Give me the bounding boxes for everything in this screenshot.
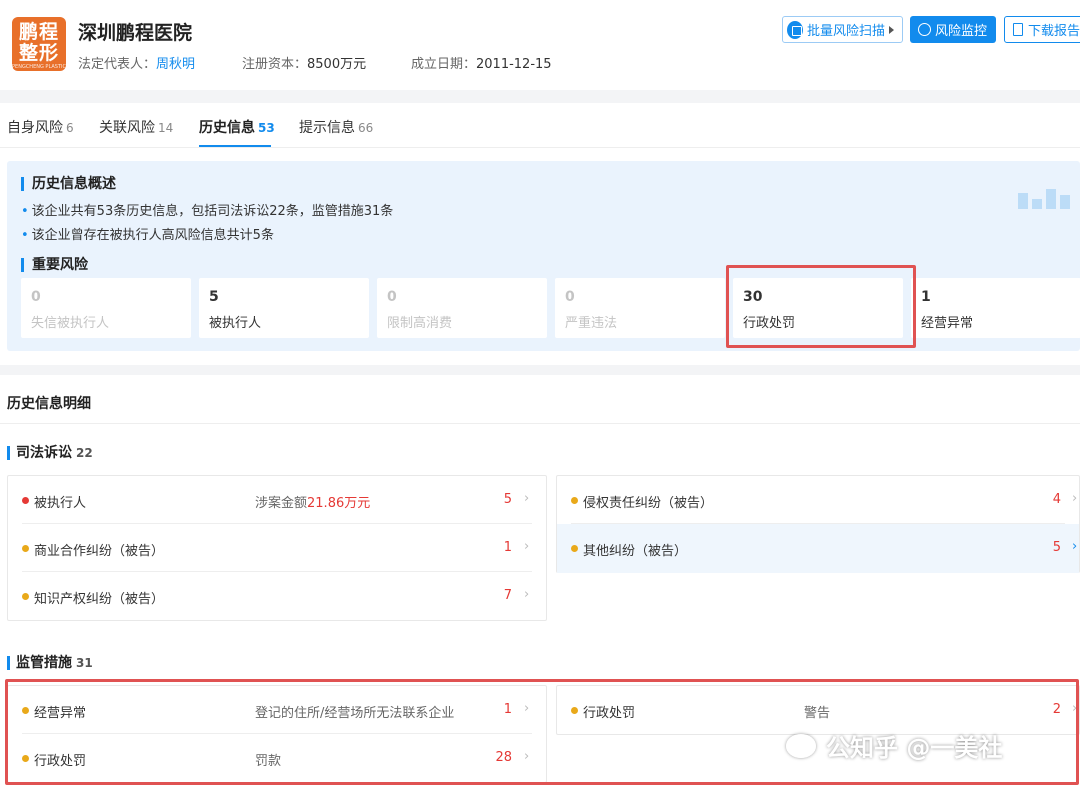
tab-history-info[interactable]: 历史信息 53 xyxy=(199,117,275,137)
detail-title: 历史信息明细 xyxy=(7,396,91,412)
registered-capital: 注册资本：8500万元 xyxy=(242,57,367,72)
status-dot xyxy=(571,545,578,552)
legal-representative: 法定代表人：周秋明 xyxy=(78,57,196,72)
scan-icon xyxy=(787,20,803,39)
tab-bar: 自身风险 6 关联风险 14 历史信息 53 提示信息 66 xyxy=(0,103,1080,148)
history-detail-panel: 历史信息明细 司法诉讼 22 被执行人 涉案金额21.86万元 5 › 商业合作纠… xyxy=(0,375,1080,789)
list-item[interactable]: 知识产权纠纷（被告） 7 › xyxy=(8,572,546,620)
list-item[interactable]: 经营异常 登记的住所/经营场所无法联系企业 1 › xyxy=(8,686,546,734)
chevron-right-icon: › xyxy=(524,749,530,764)
caret-right-icon xyxy=(889,25,894,34)
status-dot xyxy=(22,593,29,600)
divider xyxy=(0,423,1080,424)
important-risk-title: 重要风险 xyxy=(21,258,88,272)
regulatory-section-title: 监管措施 31 xyxy=(7,656,93,670)
status-dot xyxy=(22,497,29,504)
chevron-right-icon: › xyxy=(524,539,530,554)
watermark: 公知乎 @一美社 xyxy=(786,728,1002,763)
overview-title: 历史信息概述 xyxy=(21,177,116,191)
list-item[interactable]: 商业合作纠纷（被告） 1 › xyxy=(8,524,546,572)
wechat-icon xyxy=(786,733,816,758)
company-logo: 鹏程 整形 PENGCHENG PLASTIC xyxy=(12,17,66,71)
tab-self-risk[interactable]: 自身风险 6 xyxy=(7,117,74,137)
monitor-icon xyxy=(918,23,931,36)
chevron-right-icon: › xyxy=(524,701,530,716)
judicial-right-card: 侵权责任纠纷（被告） 4 › 其他纠纷（被告） 5 › xyxy=(556,475,1080,573)
founded-date: 成立日期：2011-12-15 xyxy=(411,57,552,72)
overview-bullet: 该企业共有53条历史信息，包括司法诉讼22条，监管措施31条 xyxy=(21,200,394,219)
stat-abnormal-operation[interactable]: 1 经营异常 xyxy=(911,278,1080,338)
judicial-section-title: 司法诉讼 22 xyxy=(7,446,93,460)
stat-administrative-penalty[interactable]: 30 行政处罚 xyxy=(733,278,903,338)
chevron-right-icon: › xyxy=(524,491,530,506)
tab-related-risk[interactable]: 关联风险 14 xyxy=(99,117,173,137)
active-tab-indicator xyxy=(199,145,271,147)
risk-panel: 自身风险6 关联风险14 历史信息53 提示信息66 历史信息概述 该企业共有5… xyxy=(0,103,1080,365)
chevron-right-icon: › xyxy=(1072,539,1078,554)
stat-serious-violation[interactable]: 0 严重违法 xyxy=(555,278,725,338)
chevron-right-icon: › xyxy=(1072,701,1078,716)
stat-dishonest-executed[interactable]: 0 失信被执行人 xyxy=(21,278,191,338)
company-header: 鹏程 整形 PENGCHENG PLASTIC 深圳鹏程医院 法定代表人：周秋明… xyxy=(0,0,1080,90)
stat-executed-person[interactable]: 5 被执行人 xyxy=(199,278,369,338)
batch-risk-scan-button[interactable]: 批量风险扫描 xyxy=(782,16,903,43)
status-dot xyxy=(22,545,29,552)
status-dot xyxy=(22,755,29,762)
download-report-button[interactable]: 下载报告 xyxy=(1004,16,1080,43)
overview-bullet: 该企业曾存在被执行人高风险信息共计5条 xyxy=(21,224,274,243)
status-dot xyxy=(571,497,578,504)
list-item[interactable]: 被执行人 涉案金额21.86万元 5 › xyxy=(8,476,546,524)
status-dot xyxy=(571,707,578,714)
list-item[interactable]: 其他纠纷（被告） 5 › xyxy=(557,524,1079,573)
status-dot xyxy=(22,707,29,714)
judicial-left-card: 被执行人 涉案金额21.86万元 5 › 商业合作纠纷（被告） 1 › 知识产权… xyxy=(7,475,547,621)
document-icon xyxy=(1013,23,1023,36)
list-item[interactable]: 行政处罚 罚款 28 › xyxy=(8,734,546,782)
stat-consumption-restriction[interactable]: 0 限制高消费 xyxy=(377,278,547,338)
chevron-right-icon: › xyxy=(524,587,530,602)
chevron-right-icon: › xyxy=(1072,491,1078,506)
regulatory-left-card: 经营异常 登记的住所/经营场所无法联系企业 1 › 行政处罚 罚款 28 › xyxy=(7,685,547,783)
risk-monitor-button[interactable]: 风险监控 xyxy=(910,16,996,43)
list-item[interactable]: 行政处罚 警告 2 › xyxy=(557,686,1079,734)
chart-decoration-icon xyxy=(1014,179,1078,209)
company-name: 深圳鹏程医院 xyxy=(78,22,193,44)
legal-rep-link[interactable]: 周秋明 xyxy=(156,57,195,72)
tab-hint-info[interactable]: 提示信息 66 xyxy=(299,117,373,137)
list-item[interactable]: 侵权责任纠纷（被告） 4 › xyxy=(557,476,1079,524)
